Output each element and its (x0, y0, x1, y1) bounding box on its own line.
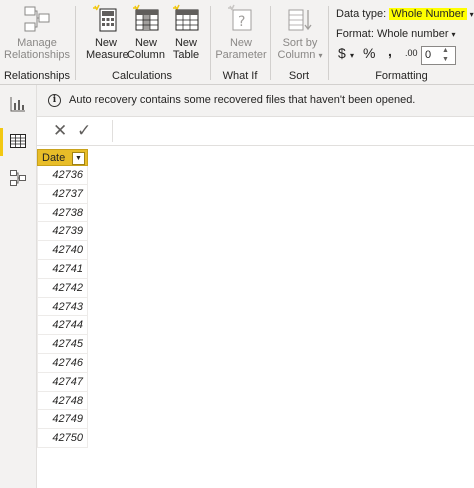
table-body: 42736 42737 42738 42739 42740 42741 42742 42743… (37, 166, 88, 448)
whatif-group-label: What If (222, 70, 258, 82)
formatting-group-label: Formatting (375, 70, 428, 82)
decimal-places-input[interactable]: 0 (421, 46, 456, 65)
table-row[interactable]: 42750 (37, 429, 88, 448)
info-icon: i (48, 94, 61, 107)
table-row[interactable]: 42742 (37, 278, 88, 298)
table-row[interactable]: 42743 (37, 297, 88, 317)
sort-by-column-button[interactable]: Sort by Column ▾ (275, 4, 325, 62)
svg-text:?: ? (238, 14, 245, 30)
notification-message: Auto recovery contains some recovered fi… (69, 94, 416, 106)
table-row[interactable]: 42738 (37, 203, 88, 223)
new-column-icon (131, 4, 161, 34)
table-row[interactable]: 42736 (37, 166, 88, 185)
data-view: i Auto recovery contains some recovered … (37, 85, 474, 488)
model-icon (10, 170, 26, 186)
format-dropdown[interactable]: Format: Whole number ▾ (336, 28, 456, 40)
sort-icon (285, 4, 315, 34)
table-row[interactable]: 42744 (37, 316, 88, 336)
formula-bar: ✕ ✓ (37, 117, 474, 146)
formatting-group: Data type: Whole Number ▾ Format: Whole … (329, 0, 474, 84)
table-row[interactable]: 42740 (37, 241, 88, 260)
comma-button[interactable]: , (388, 43, 392, 59)
data-type-dropdown[interactable]: Data type: Whole Number ▾ (336, 8, 474, 20)
calculations-group: New Measure New Column New Table Calcula… (76, 0, 208, 84)
view-rail (0, 85, 37, 488)
new-table-button[interactable]: New Table (166, 4, 206, 61)
data-view-button[interactable] (0, 124, 36, 160)
data-table: Date ▼ 42736 42737 42738 42739 42740 42741 427… (37, 149, 88, 448)
relationships-icon (22, 4, 52, 34)
table-row[interactable]: 42749 (37, 410, 88, 430)
manage-relationships-button[interactable]: Manage Relationships (4, 4, 70, 61)
filter-dropdown-icon[interactable]: ▼ (72, 152, 85, 165)
whatif-group: ? New Parameter What If (211, 0, 269, 84)
bar-chart-icon (10, 97, 25, 112)
relationships-group: Manage Relationships Relationships (0, 0, 74, 84)
commit-formula-icon[interactable]: ✓ (77, 121, 91, 141)
new-measure-button[interactable]: New Measure (86, 4, 129, 61)
table-row[interactable]: 42746 (37, 353, 88, 373)
chevron-down-icon: ▾ (469, 10, 474, 19)
table-row[interactable]: 42737 (37, 184, 88, 204)
parameter-icon: ? (226, 4, 256, 34)
new-parameter-button[interactable]: ? New Parameter (213, 4, 269, 61)
table-row[interactable]: 42739 (37, 222, 88, 242)
decimal-places-icon: .00 (405, 48, 418, 58)
column-header-date[interactable]: Date ▼ (37, 149, 88, 166)
table-row[interactable]: 42748 (37, 391, 88, 411)
recovery-notification: i Auto recovery contains some recovered … (37, 85, 474, 117)
relationships-group-label: Relationships (3, 70, 71, 82)
cancel-formula-icon[interactable]: ✕ (53, 121, 67, 141)
data-type-value: Whole Number (389, 8, 467, 20)
ribbon: Manage Relationships Relationships New M… (0, 0, 474, 85)
formula-input[interactable] (112, 120, 474, 142)
chevron-down-icon: ▾ (451, 30, 456, 39)
calculations-group-label: Calculations (112, 70, 172, 82)
table-row[interactable]: 42745 (37, 335, 88, 354)
table-icon (10, 134, 26, 148)
sort-group-label: Sort (288, 70, 310, 82)
report-view-button[interactable] (0, 87, 36, 123)
new-column-button[interactable]: New Column (126, 4, 166, 61)
calculator-icon (91, 4, 121, 34)
chevron-down-icon: ▾ (350, 51, 355, 60)
model-view-button[interactable] (0, 161, 36, 197)
decimal-up-icon[interactable]: ▲ (442, 47, 449, 55)
decimal-down-icon[interactable]: ▼ (442, 56, 449, 64)
table-row[interactable]: 42747 (37, 372, 88, 392)
sort-group: Sort by Column ▾ Sort (271, 0, 327, 84)
chevron-down-icon: ▾ (318, 51, 323, 60)
currency-button[interactable]: $ (338, 45, 346, 61)
percent-button[interactable]: % (363, 45, 375, 61)
table-row[interactable]: 42741 (37, 259, 88, 279)
new-table-icon (171, 4, 201, 34)
